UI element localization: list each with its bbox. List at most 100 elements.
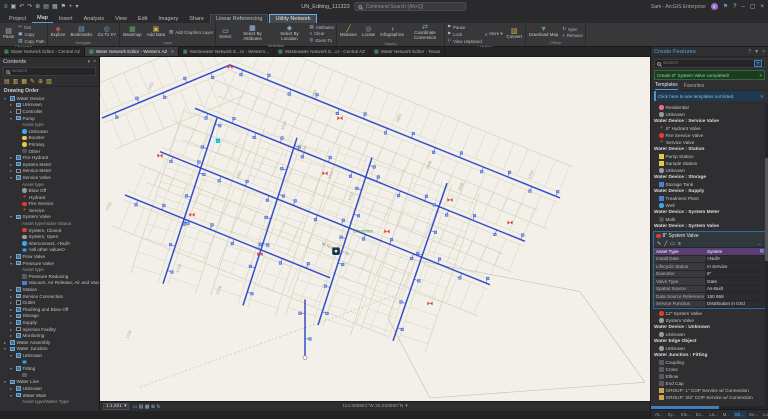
tree-row-storage[interactable]: ▸✓Storage [2, 313, 99, 320]
expander-icon[interactable]: ▸ [10, 333, 14, 338]
expander-icon[interactable]: ▸ [10, 307, 14, 312]
ribbon-tab-imagery[interactable]: Imagery [153, 15, 183, 23]
dock-tab-8[interactable]: Lo... [761, 411, 768, 418]
layer-checkbox[interactable]: ✓ [16, 366, 21, 371]
locate-button[interactable]: ◎Locate [361, 24, 376, 41]
filter-button[interactable]: T [754, 60, 762, 67]
tree-row-water-assembly[interactable]: ▸✓Water Assembly [2, 339, 99, 346]
coordinate-conversion-button[interactable]: ⇄Coordinate Conversion [408, 24, 442, 41]
attribute-row-data-source-reference[interactable]: Data Source Reference150 658 [654, 293, 765, 301]
pane-close-icon[interactable]: × [93, 59, 96, 65]
template-group-water-edge-object[interactable]: Water Edge Object [651, 338, 768, 345]
coordinates-readout[interactable]: 114.588861°W 34.033880°N ▾ [342, 404, 407, 409]
select-by-location-button[interactable]: ◈Select By Location [272, 24, 306, 43]
edit-template-tool-icon[interactable]: ✎ [657, 241, 661, 247]
template-sample-station[interactable]: Sample Station [651, 160, 768, 167]
template-well[interactable]: Well [651, 202, 768, 209]
tree-row-symbol[interactable] [2, 372, 99, 379]
info-banner[interactable]: Click here to see templates not listed. … [654, 91, 765, 101]
map-view[interactable]: 7752144228511414143414432846145314511708… [100, 57, 650, 401]
view-tab-water-network-editor-central-az[interactable]: ▦Water Network Editor - Central AZ [0, 47, 85, 56]
select-by-attributes-button[interactable]: ▦Select By Attributes [235, 24, 269, 43]
tree-row-primary[interactable]: Primary [2, 141, 99, 148]
dock-tab-0[interactable]: At... [653, 411, 665, 418]
layer-checkbox[interactable]: ✓ [10, 340, 15, 345]
download-map-button[interactable]: ▼Download Map [528, 24, 559, 40]
tree-row-unknown[interactable]: ▸✓Unknown [2, 385, 99, 392]
redo-icon[interactable]: ↷ [27, 4, 32, 10]
expander-icon[interactable]: ▾ [10, 261, 14, 266]
ribbon-tab-project[interactable]: Project [4, 15, 31, 23]
layer-checkbox[interactable]: ✓ [16, 333, 21, 338]
tree-row-water-line[interactable]: ▾✓Water Line [2, 379, 99, 386]
flag-icon[interactable]: ⚑ [61, 4, 66, 10]
new-item-icon[interactable]: + [69, 4, 73, 10]
attribute-row-spatial-source[interactable]: Spatial SourceAs-Built [654, 286, 765, 294]
tree-row-flushing-and-blow-off[interactable]: ▸✓Flushing and Blow Off [2, 306, 99, 313]
list-by-snapping-icon[interactable]: ⊕ [38, 79, 43, 85]
attribute-row-install-date[interactable]: Install Date<Null> [654, 256, 765, 264]
dock-tab-1[interactable]: Sy... [666, 411, 678, 418]
help-icon[interactable]: ? [748, 49, 751, 55]
tree-row-fire-hydrant[interactable]: ▸✓Fire Hydrant [2, 154, 99, 161]
attribute-row-lifecycle-status[interactable]: Lifecycle StatusIn Service [654, 263, 765, 271]
tree-header[interactable]: Asset type [2, 266, 99, 273]
template-8-hydrant-valve[interactable]: +8" Hydrant Valve [651, 125, 768, 132]
undo-icon[interactable]: ↶ [19, 4, 24, 10]
ribbon-tab-insert[interactable]: Insert [54, 15, 78, 23]
expander-icon[interactable]: ▾ [10, 214, 14, 219]
tree-row-station[interactable]: ▸✓Station [2, 286, 99, 293]
template-unknown[interactable]: Unknown [651, 345, 768, 352]
attribute-row-service-function[interactable]: Service FunctionDistribution in Grid [654, 301, 765, 309]
ribbon-tab-linear-referencing[interactable]: Linear Referencing [210, 14, 268, 23]
layer-checkbox[interactable] [16, 300, 21, 305]
tree-row-unknown[interactable]: Unknown [2, 128, 99, 135]
template-group-water-device-storage[interactable]: Water Device : Storage [651, 174, 768, 181]
expander-icon[interactable]: ▸ [10, 287, 14, 292]
view-tab-water-network-editor-texas[interactable]: ▦Water Network Editor - Texas [370, 47, 445, 56]
tree-row-unknown[interactable]: ▸✓Unknown [2, 102, 99, 109]
template-treatment-plant[interactable]: Treatment Plant [651, 195, 768, 202]
layer-checkbox[interactable]: ✓ [16, 294, 21, 299]
tree-header[interactable]: Asset type [2, 121, 99, 128]
layer-checkbox[interactable]: ✓ [16, 116, 21, 121]
template-unknown[interactable]: Unknown [651, 331, 768, 338]
layer-checkbox[interactable] [16, 327, 21, 332]
avatar[interactable]: s [711, 3, 718, 10]
ribbon-tab-analysis[interactable]: Analysis [79, 15, 109, 23]
tree-row-vacuum-air-release-air-and-vacuum[interactable]: Vacuum, Air Release; Air and Vacuum [2, 280, 99, 287]
expander-icon[interactable]: ▾ [4, 379, 8, 384]
expander-icon[interactable]: ▾ [4, 346, 8, 351]
expander-icon[interactable]: ▾ [10, 116, 14, 121]
tree-row-fire-service[interactable]: Fire Service [2, 201, 99, 208]
layer-checkbox[interactable] [16, 109, 21, 114]
dock-tab-4[interactable]: La... [707, 411, 719, 418]
layer-checkbox[interactable]: ✓ [16, 103, 21, 108]
attribute-row-diameter[interactable]: Diameter8" [654, 271, 765, 279]
tree-row-service[interactable]: +Service [2, 207, 99, 214]
attributes-button[interactable]: ▤Attributes [309, 24, 333, 30]
tab-templates[interactable]: Templates [655, 82, 678, 90]
tree-row-water-main[interactable]: ▾✓Water Main [2, 392, 99, 399]
tree-row-system-valve[interactable]: ▾✓System Valve [2, 214, 99, 221]
horizontal-scrollbar[interactable] [651, 406, 768, 409]
close-tab-icon[interactable]: × [171, 49, 174, 54]
expander-icon[interactable]: ▸ [10, 294, 14, 299]
layer-checkbox[interactable]: ✓ [16, 261, 21, 266]
more-icon[interactable]: ▾ [76, 4, 79, 10]
more-button[interactable]: ≡More ▾ [485, 31, 503, 37]
tree-row-pressure-valve[interactable]: ▾✓Pressure Valve [2, 260, 99, 267]
ribbon-tab-edit[interactable]: Edit [133, 15, 152, 23]
measure-button[interactable]: ╱Measure [339, 24, 358, 41]
ribbon-tab-share[interactable]: Share [184, 15, 209, 23]
template-search[interactable]: T [654, 59, 765, 68]
tree-row-unknown[interactable]: ▾✓Unknown [2, 352, 99, 359]
bookmarks-button[interactable]: ▤Bookmarks [69, 24, 93, 40]
layer-checkbox[interactable]: ✓ [16, 386, 21, 391]
layer-checkbox[interactable]: ✓ [16, 307, 21, 312]
template-group-water-device-service-valve[interactable]: Water Device : Service Valve [651, 118, 768, 125]
tree-row-flow-valve[interactable]: ▸✓Flow Valve [2, 253, 99, 260]
add-layer-icon[interactable]: ⊕ [35, 4, 40, 10]
map-canvas[interactable]: 7752144228511414143414432846145314511708… [100, 57, 650, 401]
expander-icon[interactable]: ▸ [10, 254, 14, 259]
